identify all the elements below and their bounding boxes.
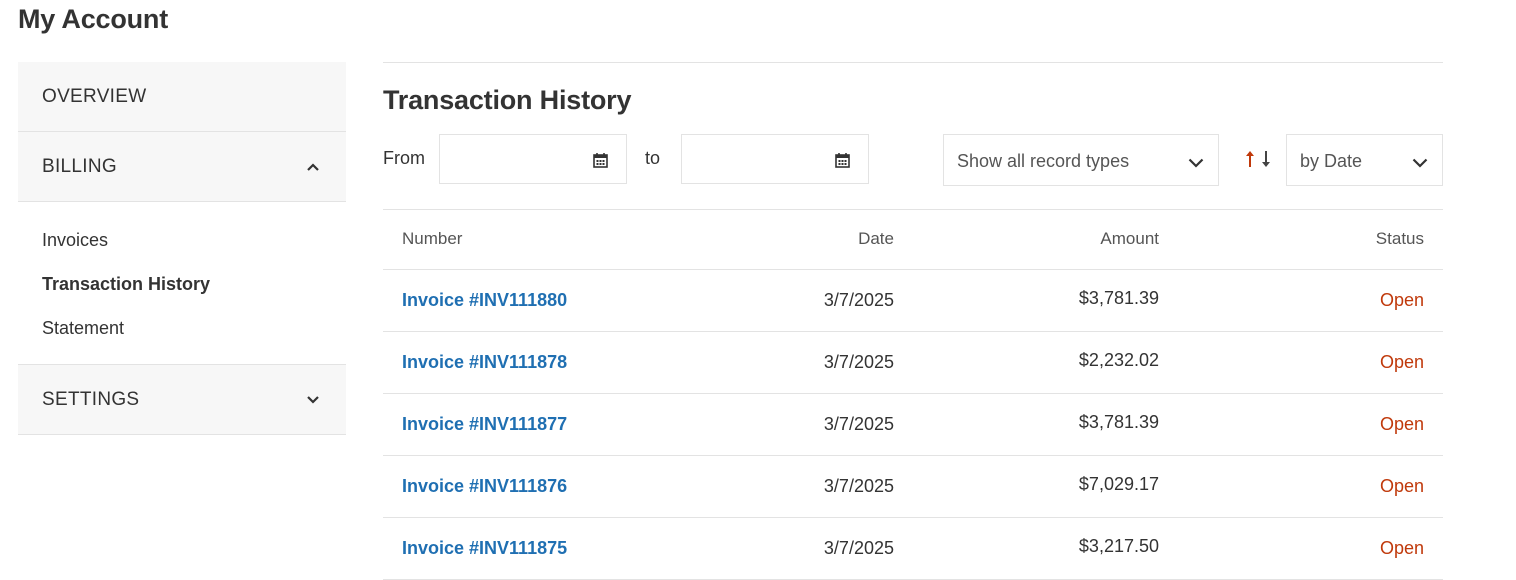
- to-label: to: [645, 148, 661, 168]
- status-badge: Open: [1379, 538, 1424, 558]
- filter-bar: From to Show all record types by Date: [383, 134, 1443, 186]
- calendar-icon[interactable]: [835, 152, 850, 173]
- table-row: Invoice #INV111880 3/7/2025 $3,781.39 Op…: [383, 270, 1443, 332]
- transaction-date: 3/7/2025: [823, 352, 894, 372]
- sidebar-item-label: OVERVIEW: [42, 85, 147, 107]
- chevron-up-icon: [304, 158, 322, 176]
- status-badge: Open: [1379, 476, 1424, 496]
- sort-desc-icon[interactable]: [1261, 150, 1271, 173]
- calendar-icon[interactable]: [593, 152, 608, 173]
- transaction-date: 3/7/2025: [823, 414, 894, 434]
- chevron-down-icon: [1412, 155, 1428, 173]
- transaction-amount: $3,781.39: [1078, 288, 1159, 308]
- sidebar-item-transaction-history[interactable]: Transaction History: [42, 262, 346, 306]
- column-header-status: Status: [1375, 229, 1424, 248]
- invoice-link[interactable]: Invoice #INV111880: [402, 290, 567, 311]
- invoice-link[interactable]: Invoice #INV111877: [402, 414, 567, 435]
- column-header-date: Date: [858, 229, 894, 248]
- to-date-input[interactable]: [681, 134, 869, 184]
- from-date-input[interactable]: [439, 134, 627, 184]
- sort-by-select[interactable]: by Date: [1286, 134, 1443, 186]
- table-row: Invoice #INV111876 3/7/2025 $7,029.17 Op…: [383, 456, 1443, 518]
- transaction-amount: $3,781.39: [1078, 412, 1159, 432]
- transaction-amount: $3,217.50: [1078, 536, 1159, 556]
- invoice-link[interactable]: Invoice #INV111875: [402, 538, 567, 559]
- table-header: Number Date Amount Status: [383, 209, 1443, 270]
- status-badge: Open: [1379, 290, 1424, 310]
- record-type-value: Show all record types: [957, 151, 1130, 171]
- account-sidebar: OVERVIEW BILLING Invoices Transaction Hi…: [18, 62, 346, 435]
- transactions-table: Number Date Amount Status Invoice #INV11…: [383, 209, 1443, 580]
- chevron-down-icon: [304, 391, 322, 409]
- table-row: Invoice #INV111878 3/7/2025 $2,232.02 Op…: [383, 332, 1443, 394]
- transaction-date: 3/7/2025: [823, 538, 894, 558]
- invoice-link[interactable]: Invoice #INV111876: [402, 476, 567, 497]
- transaction-date: 3/7/2025: [823, 476, 894, 496]
- sidebar-item-invoices[interactable]: Invoices: [42, 218, 346, 262]
- table-row: Invoice #INV111877 3/7/2025 $3,781.39 Op…: [383, 394, 1443, 456]
- invoice-link[interactable]: Invoice #INV111878: [402, 352, 567, 373]
- column-header-number: Number: [402, 229, 463, 248]
- sidebar-item-statement[interactable]: Statement: [42, 306, 346, 350]
- transaction-amount: $7,029.17: [1078, 474, 1159, 494]
- table-row: Invoice #INV111875 3/7/2025 $3,217.50 Op…: [383, 518, 1443, 580]
- column-header-amount: Amount: [1100, 229, 1159, 248]
- page-title: My Account: [18, 4, 169, 34]
- status-badge: Open: [1379, 414, 1424, 434]
- sidebar-item-overview[interactable]: OVERVIEW: [18, 62, 346, 132]
- transaction-date: 3/7/2025: [823, 290, 894, 310]
- billing-submenu: Invoices Transaction History Statement: [18, 202, 346, 365]
- section-title: Transaction History: [383, 85, 632, 115]
- from-label: From: [383, 148, 425, 168]
- sort-asc-icon[interactable]: [1245, 150, 1255, 173]
- sort-by-value: by Date: [1300, 151, 1363, 171]
- record-type-select[interactable]: Show all record types: [943, 134, 1219, 186]
- sidebar-item-settings[interactable]: SETTINGS: [18, 365, 346, 435]
- transaction-amount: $2,232.02: [1078, 350, 1159, 370]
- divider: [383, 62, 1443, 63]
- status-badge: Open: [1379, 352, 1424, 372]
- sidebar-item-label: SETTINGS: [42, 388, 140, 410]
- sidebar-item-billing[interactable]: BILLING: [18, 132, 346, 202]
- chevron-down-icon: [1188, 155, 1204, 173]
- main-content: Transaction History From to Show all rec…: [383, 62, 1443, 580]
- sidebar-item-label: BILLING: [42, 155, 117, 177]
- sort-direction-toggle[interactable]: [1245, 150, 1271, 173]
